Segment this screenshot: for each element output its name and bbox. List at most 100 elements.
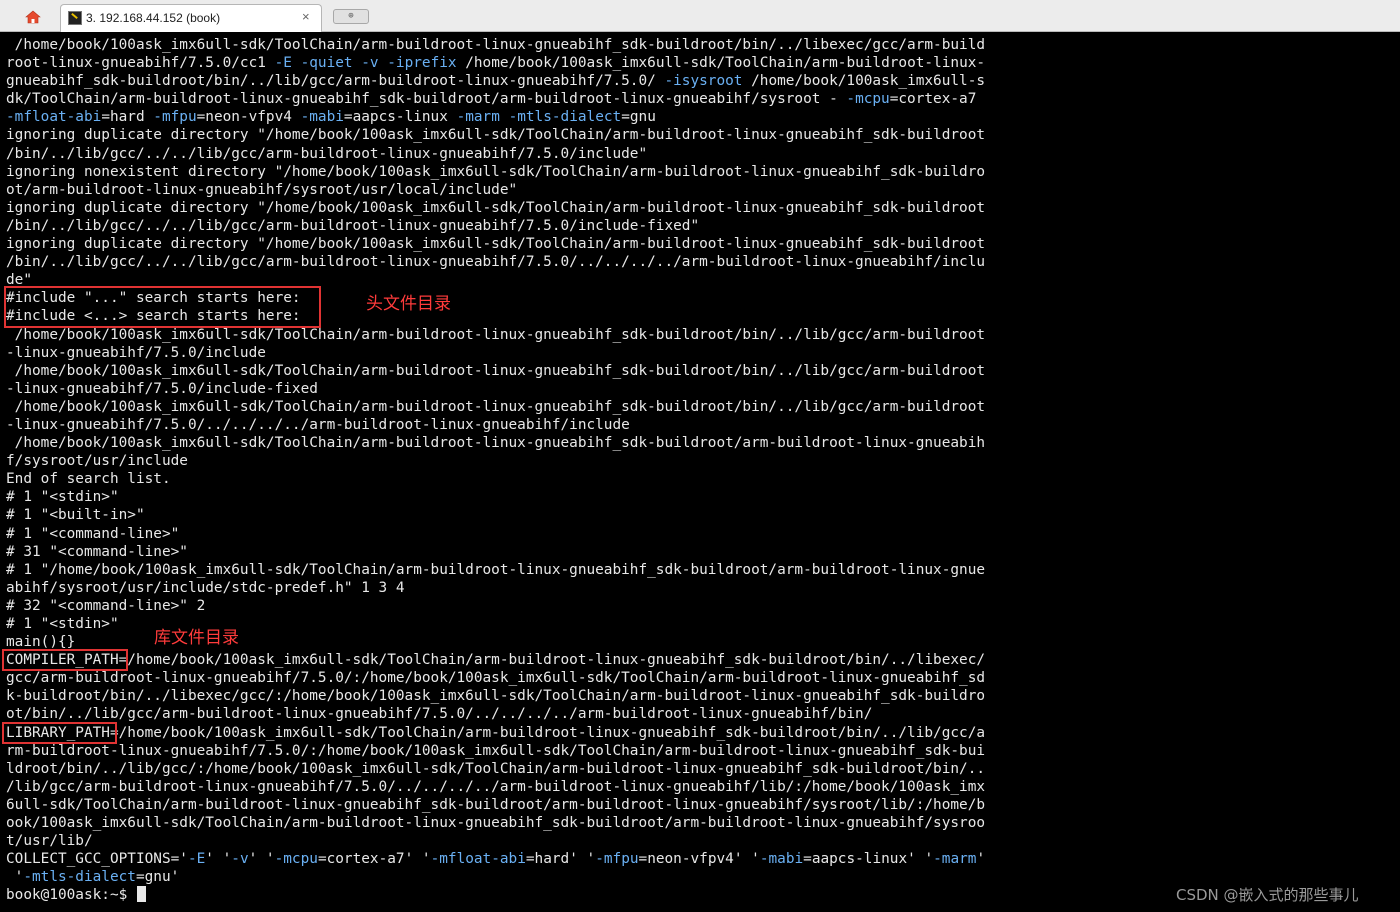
terminal-text: /home/book/100ask_imx6ull-sdk/ToolChain/…	[6, 362, 986, 379]
compiler-option-text: -E	[187, 851, 206, 868]
terminal-line: ook/100ask_imx6ull-sdk/ToolChain/arm-bui…	[6, 814, 985, 832]
terminal-line: ignoring duplicate directory "/home/book…	[6, 235, 985, 253]
compiler-option-text: -mcpu	[274, 851, 318, 868]
terminal-text: '	[6, 869, 24, 886]
terminal-line: /home/book/100ask_imx6ull-sdk/ToolChain/…	[6, 326, 985, 344]
compiler-option-text: -marm	[456, 109, 500, 126]
terminal-text: ignoring duplicate directory "/home/book…	[6, 236, 986, 253]
terminal-text: /lib/gcc/arm-buildroot-linux-gnueabihf/7…	[6, 778, 986, 795]
terminal-text: /bin/../lib/gcc/../../lib/gcc/arm-buildr…	[6, 217, 700, 234]
compiler-option-text: -isysroot	[664, 73, 743, 90]
terminal-text: ook/100ask_imx6ull-sdk/ToolChain/arm-bui…	[6, 815, 986, 832]
session-tab[interactable]: 3. 192.168.44.152 (book) ×	[60, 4, 322, 32]
terminal-text: =neon-vfpv4' '	[638, 851, 760, 868]
terminal-text: /home/book/100ask_imx6ull-sdk/ToolChain/…	[6, 326, 986, 343]
terminal-text: =cortex-a7	[889, 91, 977, 108]
terminal-text: abihf/sysroot/usr/include/stdc-predef.h"…	[6, 579, 405, 596]
terminal-text: book@100ask:~$	[6, 887, 136, 904]
terminal-text: =cortex-a7' '	[317, 851, 431, 868]
terminal-line: ldroot/bin/../lib/gcc/:/home/book/100ask…	[6, 760, 985, 778]
terminal-text: /bin/../lib/gcc/../../lib/gcc/arm-buildr…	[6, 254, 986, 271]
terminal-line: -mfloat-abi=hard -mfpu=neon-vfpv4 -mabi=…	[6, 108, 985, 126]
terminal-text: gcc/arm-buildroot-linux-gnueabihf/7.5.0/…	[6, 670, 986, 687]
terminal-line: # 1 "<stdin>"	[6, 615, 985, 633]
terminal-text: 6ull-sdk/ToolChain/arm-buildroot-linux-g…	[6, 796, 986, 813]
terminal-line: ot/bin/../lib/gcc/arm-buildroot-linux-gn…	[6, 705, 985, 723]
lib-dir-annotation: 库文件目录	[154, 628, 239, 648]
terminal-text: gnueabihf_sdk-buildroot/bin/../lib/gcc/a…	[6, 73, 665, 90]
terminal-lines: /home/book/100ask_imx6ull-sdk/ToolChain/…	[6, 36, 985, 905]
session-tab-title: 3. 192.168.44.152 (book)	[86, 11, 221, 25]
terminal-text: # 31 "<command-line>"	[6, 543, 188, 560]
home-button[interactable]	[18, 6, 48, 28]
terminal-text: /bin/../lib/gcc/../../lib/gcc/arm-buildr…	[6, 145, 648, 162]
tab-bar: 3. 192.168.44.152 (book) × ⊕	[0, 0, 1400, 32]
compiler-option-text: -quiet	[300, 55, 353, 72]
library-path-highlight-box	[2, 722, 117, 744]
terminal-text: ot/arm-buildroot-linux-gnueabihf/sysroot…	[6, 181, 518, 198]
terminal-text: ldroot/bin/../lib/gcc/:/home/book/100ask…	[6, 760, 986, 777]
terminal-line: -linux-gnueabihf/7.5.0/include-fixed	[6, 380, 985, 398]
compiler-option-text: -mcpu	[846, 91, 890, 108]
home-icon	[25, 10, 41, 24]
terminal-text: =hard	[101, 109, 154, 126]
terminal-text: ' '	[248, 851, 275, 868]
terminal-line: main(){}	[6, 633, 985, 651]
terminal-text: t/usr/lib/	[6, 833, 93, 850]
terminal-line: t/usr/lib/	[6, 832, 985, 850]
terminal-text: =gnu'	[135, 869, 180, 886]
terminal-line: # 1 "<command-line>"	[6, 525, 985, 543]
terminal-line: 6ull-sdk/ToolChain/arm-buildroot-linux-g…	[6, 796, 985, 814]
terminal-line: # 1 "<built-in>"	[6, 506, 985, 524]
terminal-text: main(){}	[6, 634, 76, 651]
terminal-text: ignoring duplicate directory "/home/book…	[6, 199, 986, 216]
terminal-line: COMPILER_PATH=/home/book/100ask_imx6ull-…	[6, 651, 985, 669]
terminal-line: f/sysroot/usr/include	[6, 452, 985, 470]
terminal-cursor	[136, 886, 146, 903]
header-dir-annotation: 头文件目录	[366, 294, 451, 314]
watermark: CSDN @嵌入式的那些事儿	[1176, 886, 1359, 904]
compiler-option-text: -E	[274, 55, 292, 72]
shell-prompt-line: book@100ask:~$	[6, 886, 985, 904]
terminal-output[interactable]: /home/book/100ask_imx6ull-sdk/ToolChain/…	[0, 33, 1400, 912]
terminal-text: root-linux-gnueabihf/7.5.0/cc1	[6, 55, 275, 72]
new-tab-icon: ⊕	[348, 11, 354, 21]
compiler-option-text: -mabi	[759, 851, 804, 868]
terminal-text: LIBRARY_PATH=/home/book/100ask_imx6ull-s…	[6, 724, 986, 741]
terminal-line: k-buildroot/bin/../libexec/gcc/:/home/bo…	[6, 687, 985, 705]
terminal-line: root-linux-gnueabihf/7.5.0/cc1 -E -quiet…	[6, 54, 985, 72]
terminal-text: /home/book/100ask_imx6ull-sdk/ToolChain/…	[456, 55, 986, 72]
compiler-option-text: -mfloat-abi	[6, 109, 102, 126]
new-tab-button[interactable]: ⊕	[333, 9, 369, 24]
compiler-option-text: -mabi	[300, 109, 344, 126]
terminal-text: -linux-gnueabihf/7.5.0/include	[6, 344, 266, 361]
terminal-session-icon	[68, 11, 82, 25]
terminal-text: /home/book/100ask_imx6ull-sdk/ToolChain/…	[6, 435, 986, 452]
terminal-text: rm-buildroot-linux-gnueabihf/7.5.0/:/hom…	[6, 742, 986, 759]
terminal-text: # 1 "<command-line>"	[6, 525, 180, 542]
terminal-text: =aapcs-linux' '	[803, 851, 934, 868]
close-tab-icon[interactable]: ×	[302, 9, 310, 24]
terminal-line: /home/book/100ask_imx6ull-sdk/ToolChain/…	[6, 398, 985, 416]
terminal-text: End of search list.	[6, 471, 171, 488]
terminal-line: # 1 "/home/book/100ask_imx6ull-sdk/ToolC…	[6, 561, 985, 579]
terminal-line: COLLECT_GCC_OPTIONS='-E' '-v' '-mcpu=cor…	[6, 850, 985, 868]
terminal-line: /bin/../lib/gcc/../../lib/gcc/arm-buildr…	[6, 253, 985, 271]
terminal-line: /lib/gcc/arm-buildroot-linux-gnueabihf/7…	[6, 778, 985, 796]
compiler-option-text: -iprefix	[387, 55, 457, 72]
compiler-path-highlight-box	[2, 649, 128, 671]
terminal-line: /home/book/100ask_imx6ull-sdk/ToolChain/…	[6, 362, 985, 380]
terminal-line: abihf/sysroot/usr/include/stdc-predef.h"…	[6, 579, 985, 597]
terminal-line: -linux-gnueabihf/7.5.0/../../../../arm-b…	[6, 416, 985, 434]
include-search-highlight-box	[4, 286, 321, 328]
terminal-line: -linux-gnueabihf/7.5.0/include	[6, 344, 985, 362]
terminal-line: dk/ToolChain/arm-buildroot-linux-gnueabi…	[6, 90, 985, 108]
terminal-line: ignoring duplicate directory "/home/book…	[6, 199, 985, 217]
terminal-text: # 1 "<stdin>"	[6, 616, 119, 632]
terminal-line: ot/arm-buildroot-linux-gnueabihf/sysroot…	[6, 181, 985, 199]
compiler-option-text: -marm	[933, 851, 977, 868]
